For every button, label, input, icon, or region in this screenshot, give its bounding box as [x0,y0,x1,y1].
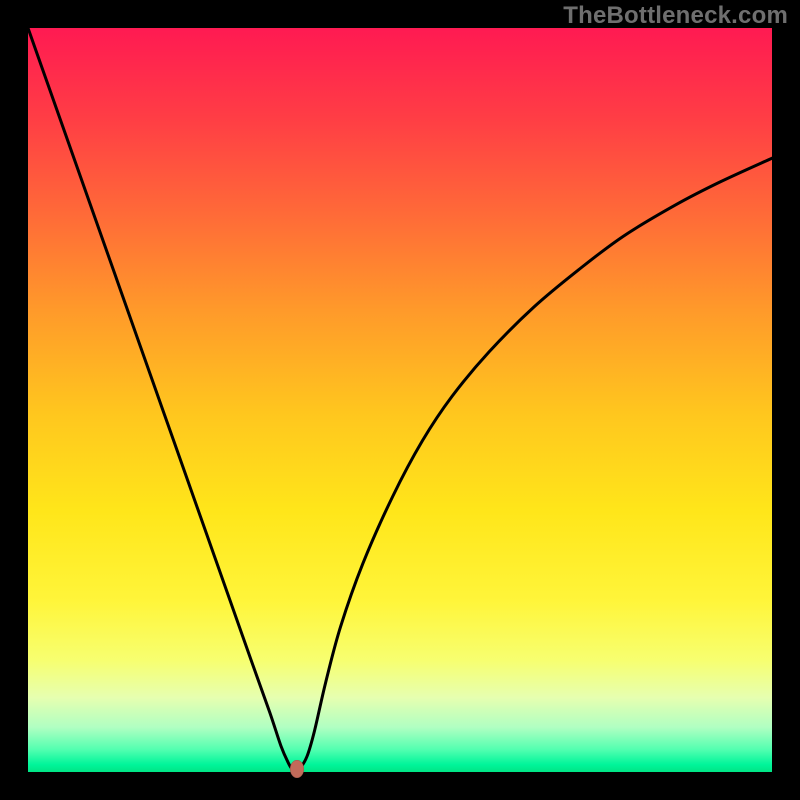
minimum-marker [290,760,304,778]
chart-frame: TheBottleneck.com [0,0,800,800]
watermark-text: TheBottleneck.com [563,2,788,30]
bottleneck-curve [28,28,772,771]
plot-area [28,28,772,772]
curve-layer [28,28,772,772]
